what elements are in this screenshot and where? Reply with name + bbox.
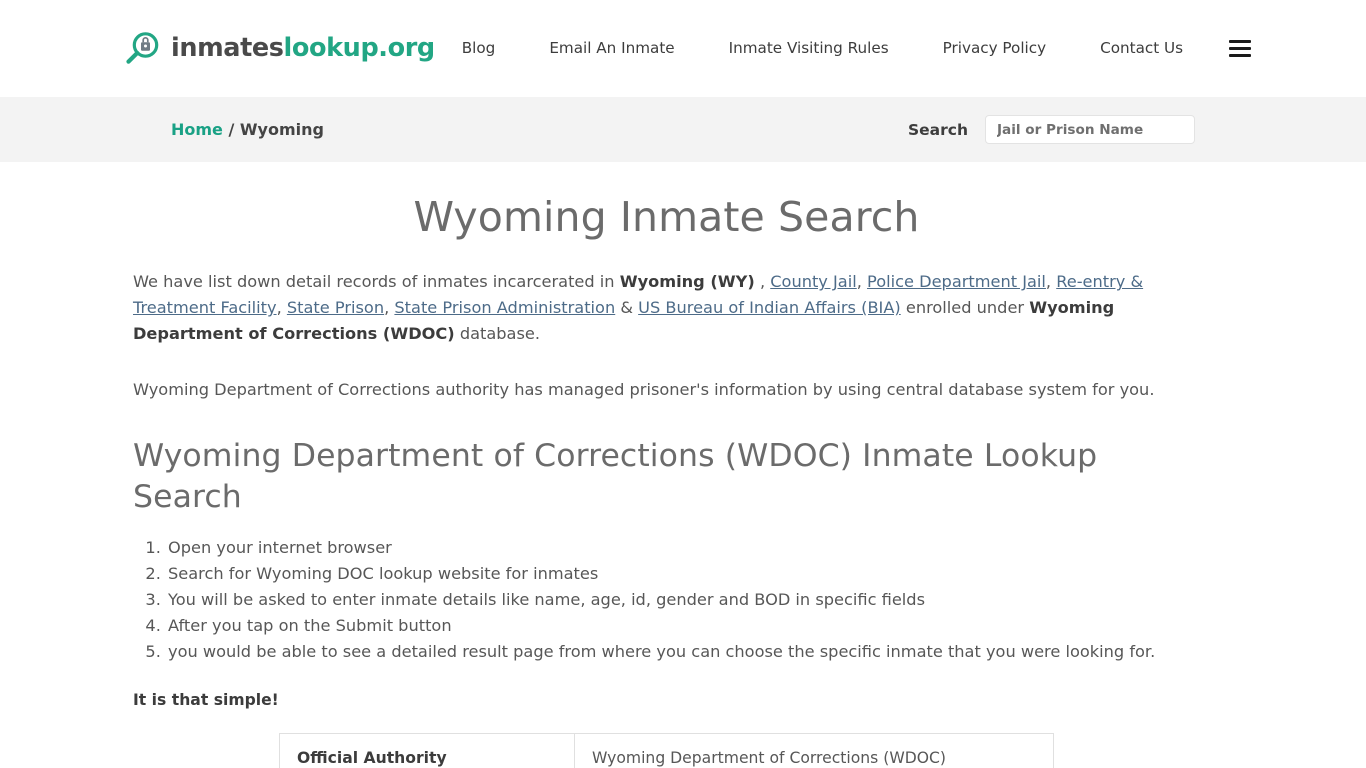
breadcrumb-separator: /: [222, 120, 240, 139]
link-police-department-jail[interactable]: Police Department Jail: [867, 272, 1046, 291]
breadcrumb-home-link[interactable]: Home: [171, 120, 223, 139]
nav-item-email-an-inmate[interactable]: Email An Inmate: [522, 40, 701, 56]
table-cell-value: Wyoming Department of Corrections (WDOC): [574, 733, 1054, 768]
tagline: It is that simple!: [133, 691, 279, 710]
table-row: Official Authority Wyoming Department of…: [279, 733, 1054, 768]
intro-sep-3: ,: [276, 298, 287, 318]
breadcrumb-bar: Home / Wyoming Search: [0, 97, 1366, 162]
search-input[interactable]: [985, 115, 1195, 144]
intro-text-b: ,: [754, 272, 771, 292]
hamburger-menu-icon[interactable]: [1229, 40, 1252, 57]
header-inner: inmateslookup.org Blog Email An Inmate I…: [0, 29, 1366, 69]
list-item: Open your internet browser: [166, 535, 1200, 561]
list-item: Search for Wyoming DOC lookup website fo…: [166, 561, 1200, 587]
main-navigation: Blog Email An Inmate Inmate Visiting Rul…: [435, 40, 1252, 57]
site-header: inmateslookup.org Blog Email An Inmate I…: [0, 0, 1366, 97]
logo-text-accent: lookup.org: [283, 32, 436, 63]
hamburger-bar-bottom: [1229, 54, 1252, 57]
intro-text-d: database.: [454, 324, 541, 344]
intro-paragraph: We have list down detail records of inma…: [133, 269, 1200, 347]
intro-state-name: Wyoming (WY): [619, 272, 755, 292]
logo-wordmark: inmateslookup.org: [171, 32, 436, 63]
hamburger-bar-top: [1229, 40, 1252, 43]
link-state-prison[interactable]: State Prison: [287, 298, 384, 317]
nav-item-privacy-policy[interactable]: Privacy Policy: [916, 40, 1074, 56]
link-us-bureau-indian-affairs[interactable]: US Bureau of Indian Affairs (BIA): [638, 298, 901, 317]
steps-list: Open your internet browser Search for Wy…: [133, 535, 1200, 665]
authority-info-table: Official Authority Wyoming Department of…: [279, 733, 1054, 768]
page-title: Wyoming Inmate Search: [413, 193, 920, 241]
link-state-prison-administration[interactable]: State Prison Administration: [394, 298, 615, 317]
link-county-jail[interactable]: County Jail: [770, 272, 857, 291]
intro-sep-2: ,: [1045, 272, 1057, 292]
breadcrumb-inner: Home / Wyoming Search: [0, 115, 1366, 144]
list-item: you would be able to see a detailed resu…: [166, 639, 1200, 665]
breadcrumb-current: Wyoming: [239, 120, 324, 139]
intro-sep-5: &: [615, 298, 639, 318]
list-item: You will be asked to enter inmate detail…: [166, 587, 1200, 613]
hamburger-bar-middle: [1229, 47, 1252, 50]
nav-item-inmate-visiting-rules[interactable]: Inmate Visiting Rules: [702, 40, 916, 56]
search-label: Search: [907, 120, 968, 139]
site-logo[interactable]: inmateslookup.org: [122, 29, 435, 69]
magnifier-lock-icon: [122, 29, 162, 69]
intro-sep-4: ,: [384, 298, 395, 318]
main-content: Wyoming Inmate Search We have list down …: [0, 192, 1366, 768]
logo-text-primary: inmates: [171, 32, 284, 63]
nav-item-contact-us[interactable]: Contact Us: [1073, 40, 1213, 56]
intro-text-c: enrolled under: [900, 298, 1030, 318]
secondary-paragraph: Wyoming Department of Corrections author…: [133, 380, 1155, 400]
search-area: Search: [908, 115, 1195, 144]
intro-sep-1: ,: [856, 272, 868, 292]
breadcrumb: Home / Wyoming: [171, 120, 324, 139]
intro-text-a: We have list down detail records of inma…: [133, 272, 620, 292]
table-cell-key: Official Authority: [279, 733, 575, 768]
section-heading: Wyoming Department of Corrections (WDOC)…: [133, 438, 1098, 516]
list-item: After you tap on the Submit button: [166, 613, 1200, 639]
nav-item-blog[interactable]: Blog: [435, 40, 523, 56]
